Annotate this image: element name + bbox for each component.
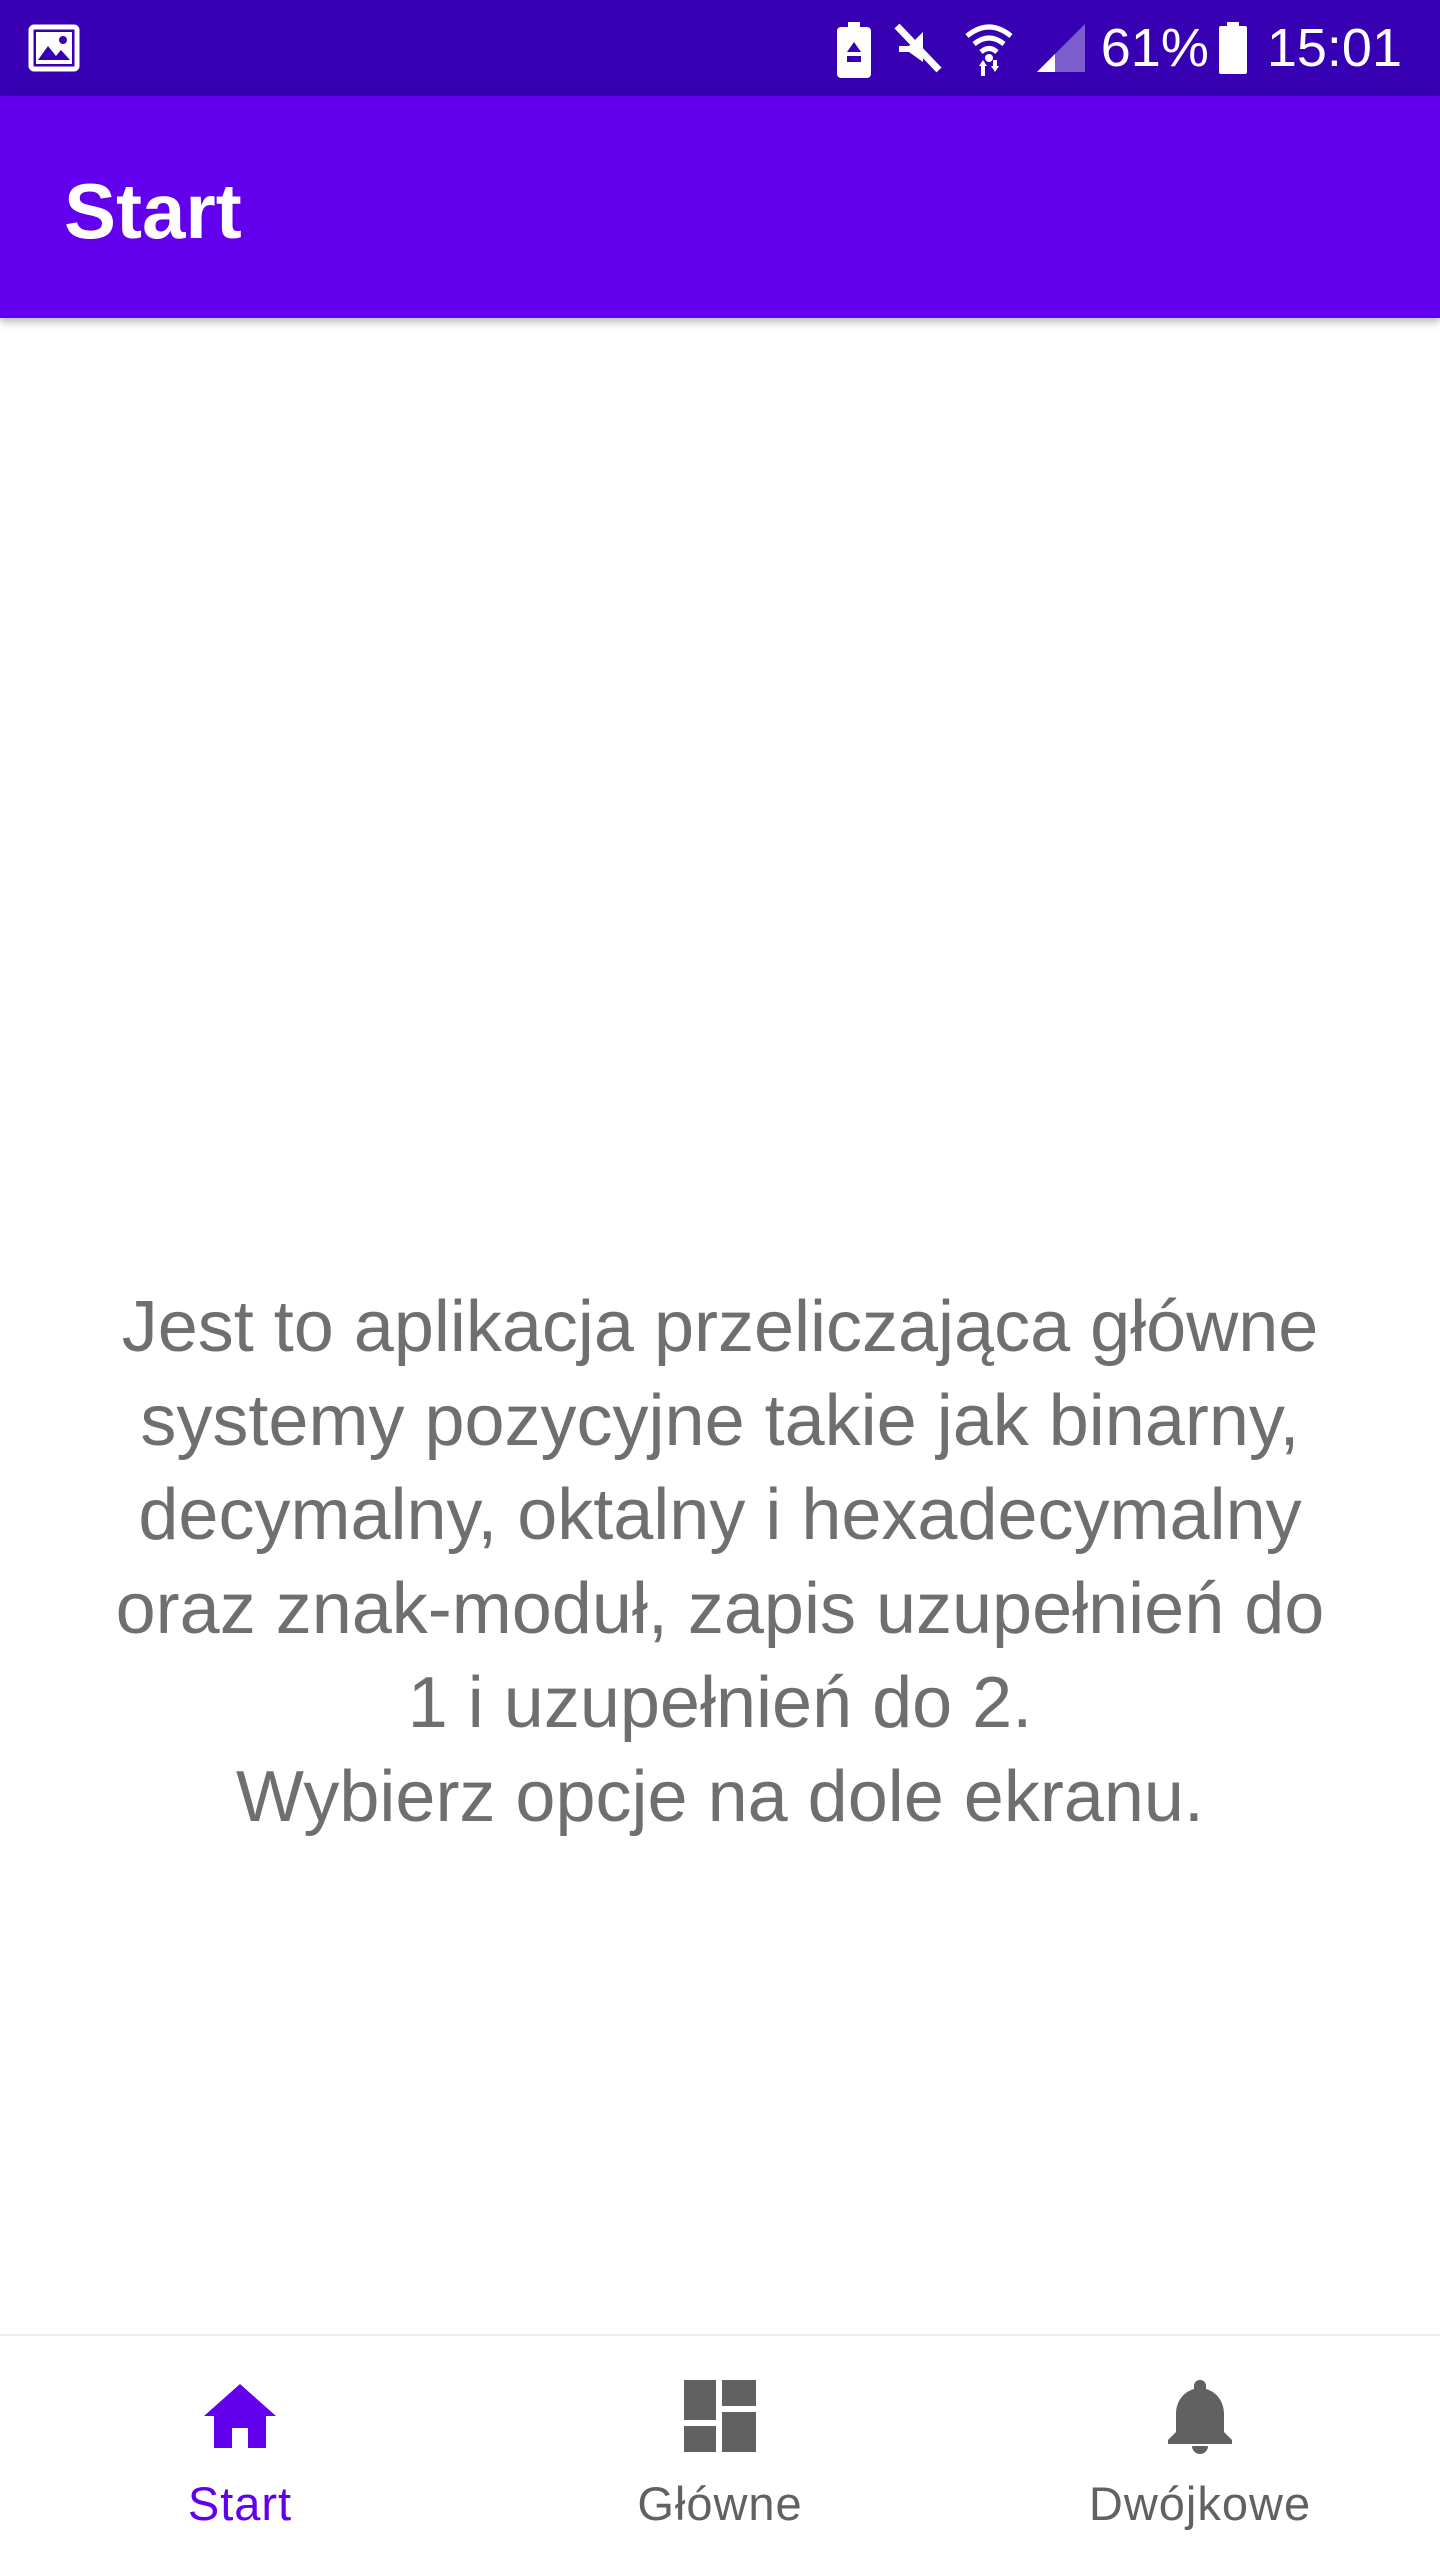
nav-label-dwojkowe: Dwójkowe: [1088, 2477, 1312, 2530]
nav-item-glowne[interactable]: Główne: [480, 2336, 960, 2560]
home-icon: [200, 2376, 280, 2456]
mute-icon: [893, 22, 943, 74]
description-text: Jest to aplikacja przeliczająca główne s…: [115, 1287, 1325, 1837]
dashboard-icon: [680, 2376, 760, 2456]
battery-icon: [1218, 22, 1247, 74]
status-icons: 61% 15:01: [815, 0, 1402, 96]
image-icon: [28, 24, 80, 72]
status-bar: 61% 15:01: [0, 0, 1440, 96]
signal-icon: [1035, 22, 1087, 74]
nav-label-start: Start: [187, 2477, 293, 2530]
app-bar: Start: [0, 96, 1440, 318]
app-root: 61% 15:01 Start Jest to aplikacja przeli…: [0, 0, 1440, 2560]
bottom-navigation: Start Główne Dwójkowe: [0, 2334, 1440, 2560]
clock: 15:01: [1266, 18, 1402, 78]
battery-percent: 61%: [1100, 18, 1209, 78]
bell-icon: [1160, 2376, 1240, 2456]
wifi-icon: [965, 22, 1013, 76]
page-title: Start: [64, 167, 242, 255]
battery-saver-icon: [836, 22, 871, 78]
nav-item-start[interactable]: Start: [0, 2336, 480, 2560]
nav-label-glowne: Główne: [637, 2477, 803, 2530]
nav-item-dwojkowe[interactable]: Dwójkowe: [960, 2336, 1440, 2560]
main-content: Jest to aplikacja przeliczająca główne s…: [0, 318, 1440, 2334]
